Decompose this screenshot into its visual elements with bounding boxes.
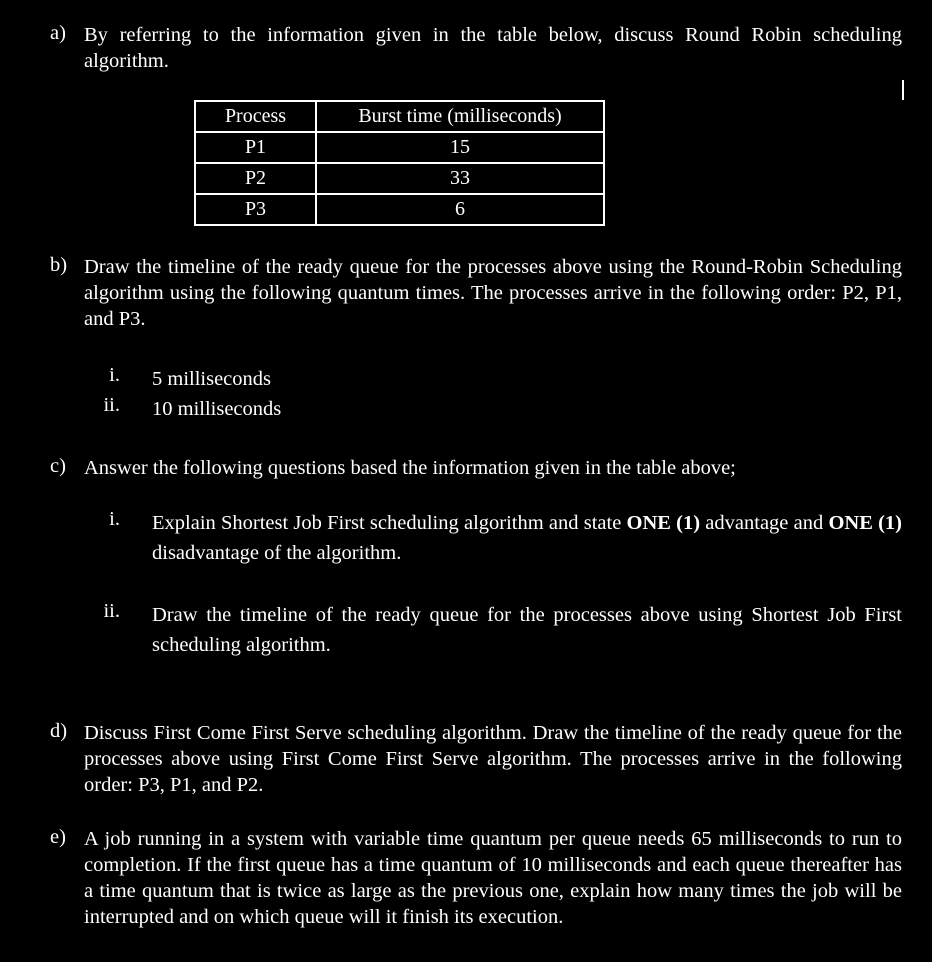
question-a-label: a) (50, 22, 66, 44)
cell-burst: 6 (315, 193, 605, 226)
item-text: 10 milliseconds (152, 398, 282, 420)
question-d-label: d) (50, 720, 68, 742)
cell-burst: 15 (315, 131, 605, 164)
cell-process: P2 (194, 162, 317, 195)
burst-time-table: Process Burst time (milliseconds) P1 15 … (194, 100, 605, 226)
question-e: e) A job running in a system with variab… (50, 826, 902, 930)
item-text: Draw the timeline of the ready queue for… (152, 604, 902, 656)
header-process: Process (194, 100, 317, 133)
question-a-text: By referring to the information given in… (84, 24, 902, 72)
question-e-text: A job running in a system with variable … (84, 828, 902, 928)
cell-burst: 33 (315, 162, 605, 195)
question-d-text: Discuss First Come First Serve schedulin… (84, 722, 902, 796)
question-d: d) Discuss First Come First Serve schedu… (50, 720, 902, 798)
item-number: i. (109, 364, 120, 386)
table-header-row: Process Burst time (milliseconds) (194, 100, 605, 133)
item-number: ii. (103, 600, 120, 622)
question-a: a) By referring to the information given… (50, 22, 902, 74)
question-e-label: e) (50, 826, 66, 848)
table-row: P3 6 (194, 193, 605, 226)
table-row: P1 15 (194, 131, 605, 164)
item-text: Explain Shortest Job First scheduling al… (152, 512, 903, 564)
question-c-label: c) (50, 455, 66, 477)
header-burst-time: Burst time (milliseconds) (315, 100, 605, 133)
question-b: b) Draw the timeline of the ready queue … (50, 254, 902, 332)
text-cursor (902, 80, 904, 100)
question-b-text: Draw the timeline of the ready queue for… (84, 256, 902, 330)
question-c: c) Answer the following questions based … (50, 455, 902, 481)
item-number: i. (109, 508, 120, 530)
cell-process: P1 (194, 131, 317, 164)
item-number: ii. (103, 394, 120, 416)
question-c-text: Answer the following questions based the… (84, 457, 736, 479)
table-row: P2 33 (194, 162, 605, 195)
cell-process: P3 (194, 193, 317, 226)
question-b-label: b) (50, 254, 68, 276)
item-text: 5 milliseconds (152, 368, 272, 390)
